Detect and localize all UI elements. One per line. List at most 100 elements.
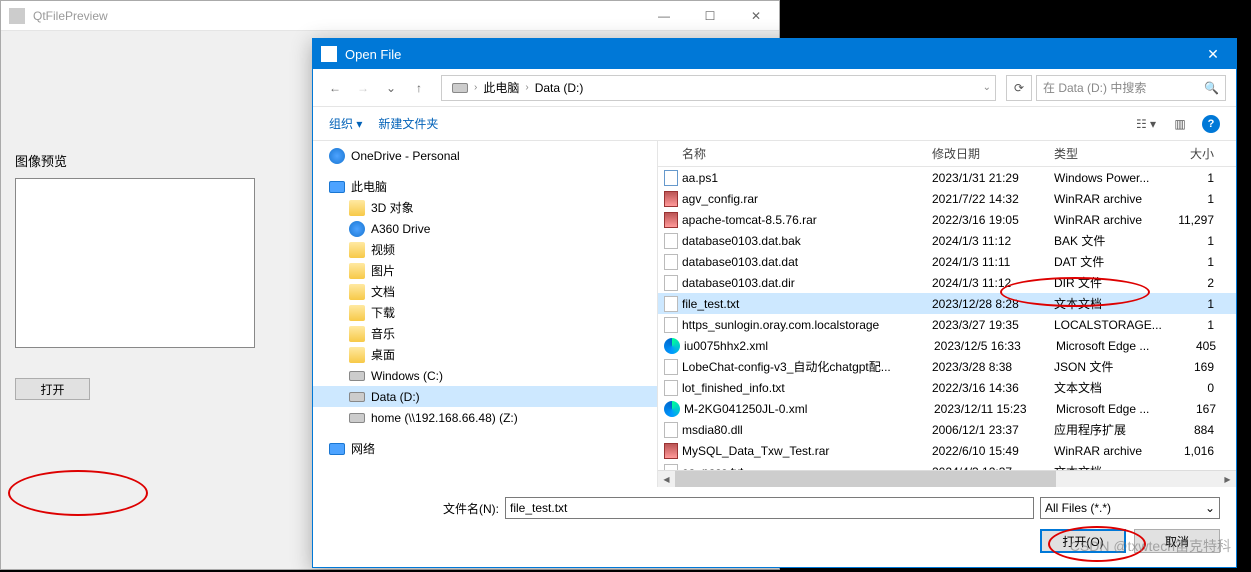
chevron-down-icon[interactable]: ⌄ [983,82,991,93]
file-date: 2022/3/16 19:05 [932,213,1054,227]
file-type: WinRAR archive [1054,213,1174,227]
tree-item-label: A360 Drive [371,222,430,236]
tree-item-label: 网络 [351,440,375,457]
search-input[interactable]: 在 Data (D:) 中搜索 🔍 [1036,75,1226,101]
file-type: Microsoft Edge ... [1056,402,1176,416]
filename-input[interactable] [505,497,1034,519]
tree-item[interactable]: 下载 [313,302,657,323]
file-name: https_sunlogin.oray.com.localstorage [682,318,932,332]
file-type: LOCALSTORAGE... [1054,318,1174,332]
file-date: 2023/1/31 21:29 [932,171,1054,185]
file-row[interactable]: LobeChat-config-v3_自动化chatgpt配...2023/3/… [658,356,1236,377]
file-size: 167 [1176,402,1216,416]
tree-item[interactable]: 音乐 [313,323,657,344]
file-date: 2023/3/28 8:38 [932,360,1054,374]
maximize-button[interactable]: ☐ [687,1,733,31]
file-row[interactable]: lot_finished_info.txt2022/3/16 14:36文本文档… [658,377,1236,398]
file-size: 169 [1174,360,1214,374]
minimize-button[interactable]: — [641,1,687,31]
tree-item[interactable]: 桌面 [313,344,657,365]
file-row[interactable]: msdia80.dll2006/12/1 23:37应用程序扩展884 [658,419,1236,440]
col-name[interactable]: 名称 [682,145,932,162]
tree-item[interactable]: 此电脑 [313,176,657,197]
file-row[interactable]: database0103.dat.dat2024/1/3 11:11DAT 文件… [658,251,1236,272]
forward-button[interactable]: → [351,76,375,100]
toolbar: 组织 ▾ 新建文件夹 ☷ ▾ ▥ ? [313,107,1236,141]
file-row[interactable]: agv_config.rar2021/7/22 14:32WinRAR arch… [658,188,1236,209]
breadcrumb-item[interactable]: Data (D:) [529,81,590,95]
scrollbar-horizontal[interactable]: ◀ ▶ [658,470,1236,487]
tree-item[interactable]: 网络 [313,438,657,459]
help-icon[interactable]: ? [1202,115,1220,133]
tree-item[interactable]: Windows (C:) [313,365,657,386]
dialog-cancel-button[interactable]: 取消 [1134,529,1220,553]
organize-menu[interactable]: 组织 ▾ [329,115,362,132]
new-folder-button[interactable]: 新建文件夹 [378,115,438,132]
file-type: Microsoft Edge ... [1056,339,1176,353]
file-row[interactable]: database0103.dat.dir2024/1/3 11:12DIR 文件… [658,272,1236,293]
file-type: WinRAR archive [1054,444,1174,458]
file-row[interactable]: file_test.txt2023/12/28 8:28文本文档1 [658,293,1236,314]
tree-item[interactable]: home (\\192.168.66.48) (Z:) [313,407,657,428]
search-placeholder: 在 Data (D:) 中搜索 [1043,79,1146,96]
column-headers[interactable]: 名称 修改日期 类型 大小 [658,141,1236,167]
file-size: 405 [1176,339,1216,353]
up-button[interactable]: ↑ [407,76,431,100]
file-name: aa.ps1 [682,171,932,185]
file-name: LobeChat-config-v3_自动化chatgpt配... [682,358,932,375]
col-size[interactable]: 大小 [1174,145,1214,162]
tree-item[interactable]: Data (D:) [313,386,657,407]
open-button[interactable]: 打开 [15,378,90,400]
tree-item[interactable]: 3D 对象 [313,197,657,218]
file-rows[interactable]: aa.ps12023/1/31 21:29Windows Power...1ag… [658,167,1236,470]
file-row[interactable]: iu0075hhx2.xml2023/12/5 16:33Microsoft E… [658,335,1236,356]
file-date: 2024/1/3 11:12 [932,234,1054,248]
dialog-close-button[interactable]: ✕ [1190,39,1236,69]
view-mode-button[interactable]: ☷ ▾ [1134,112,1158,136]
file-row[interactable]: MySQL_Data_Txw_Test.rar2022/6/10 15:49Wi… [658,440,1236,461]
file-row[interactable]: aa.ps12023/1/31 21:29Windows Power...1 [658,167,1236,188]
nav-tree[interactable]: OneDrive - Personal 此电脑 3D 对象 A360 Drive 视频图… [313,141,658,487]
tree-item[interactable]: A360 Drive [313,218,657,239]
folder-icon [349,305,365,321]
file-size: 1 [1174,171,1214,185]
dialog-titlebar[interactable]: Open File ✕ [313,39,1236,69]
file-size: 1 [1174,255,1214,269]
filetype-filter[interactable]: All Files (*.*) ⌄ [1040,497,1220,519]
file-icon [664,317,678,333]
dialog-title: Open File [345,47,1190,62]
app-title: QtFilePreview [33,9,641,23]
breadcrumb-item[interactable]: 此电脑 [477,79,525,96]
refresh-button[interactable]: ⟳ [1006,75,1032,101]
folder-icon [349,347,365,363]
close-button[interactable]: ✕ [733,1,779,31]
file-date: 2021/7/22 14:32 [932,192,1054,206]
scroll-left-button[interactable]: ◀ [658,471,675,488]
file-row[interactable]: apache-tomcat-8.5.76.rar2022/3/16 19:05W… [658,209,1236,230]
tree-item[interactable]: OneDrive - Personal [313,145,657,166]
preview-pane-button[interactable]: ▥ [1168,112,1192,136]
recent-dropdown[interactable]: ⌄ [379,76,403,100]
col-type[interactable]: 类型 [1054,145,1174,162]
tree-item[interactable]: 图片 [313,260,657,281]
search-icon: 🔍 [1204,81,1219,95]
scroll-right-button[interactable]: ▶ [1219,471,1236,488]
file-row[interactable]: database0103.dat.bak2024/1/3 11:12BAK 文件… [658,230,1236,251]
tree-item-label: home (\\192.168.66.48) (Z:) [371,411,518,425]
file-size: 1 [1174,192,1214,206]
tree-item[interactable]: 视频 [313,239,657,260]
qt-titlebar[interactable]: QtFilePreview — ☐ ✕ [1,1,779,31]
breadcrumb[interactable]: › 此电脑 › Data (D:) ⌄ [441,75,996,101]
file-row[interactable]: https_sunlogin.oray.com.localstorage2023… [658,314,1236,335]
tree-item[interactable]: 文档 [313,281,657,302]
tree-item-label: 3D 对象 [371,199,414,216]
back-button[interactable]: ← [323,76,347,100]
col-date[interactable]: 修改日期 [932,145,1054,162]
dialog-open-button[interactable]: 打开(O) [1040,529,1126,553]
scroll-thumb[interactable] [675,471,1056,488]
file-row[interactable]: oa_pass.txt2024/4/3 12:37文本文档 [658,461,1236,470]
file-size: 1 [1174,297,1214,311]
file-icon [664,254,678,270]
file-icon [664,380,678,396]
file-row[interactable]: M-2KG041250JL-0.xml2023/12/11 15:23Micro… [658,398,1236,419]
